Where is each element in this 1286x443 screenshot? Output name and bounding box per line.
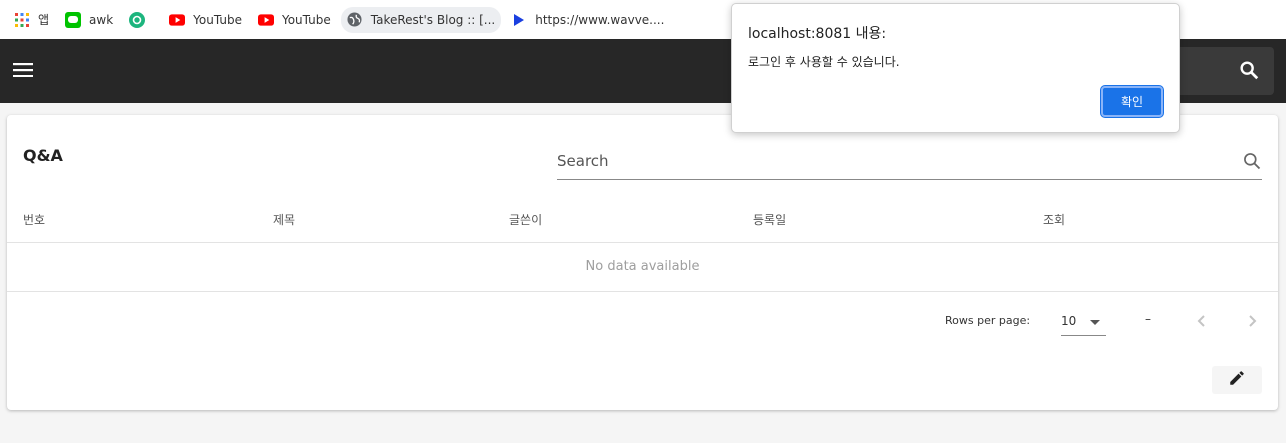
bookmark-label: YouTube <box>281 12 331 27</box>
globe-icon <box>347 12 363 28</box>
alert-dialog: localhost:8081 내용: 로그인 후 사용할 수 있습니다. 확인 <box>731 3 1180 133</box>
youtube-icon <box>169 12 186 28</box>
bookmark-youtube-1[interactable]: YouTube <box>163 7 248 33</box>
empty-table-message: No data available <box>7 243 1278 292</box>
column-header-date[interactable]: 등록일 <box>753 211 786 228</box>
bookmark-label: https://www.wavve.... <box>535 12 665 27</box>
apps-grid-icon <box>14 12 30 28</box>
qna-card: Q&A 번호 제목 글쓴이 등록일 조회 No data available R… <box>7 115 1278 410</box>
column-header-views[interactable]: 조회 <box>1043 211 1065 228</box>
bookmark-label: awk <box>89 12 114 27</box>
bookmark-takerest-blog[interactable]: TakeRest's Blog :: [... <box>340 6 502 33</box>
rows-per-page-select[interactable]: 10 <box>1061 310 1106 336</box>
search-input[interactable] <box>557 145 1217 177</box>
search-icon[interactable] <box>1238 59 1260 85</box>
page-title: Q&A <box>23 146 63 165</box>
previous-page-button[interactable] <box>1190 310 1214 334</box>
table-footer: Rows per page: 10 – <box>7 292 1278 352</box>
wavve-icon <box>511 12 527 28</box>
rows-per-page-value: 10 <box>1061 314 1077 328</box>
ok-button[interactable]: 확인 <box>1101 86 1163 117</box>
chevron-right-icon <box>1247 314 1257 331</box>
next-page-button[interactable] <box>1240 310 1264 334</box>
hamburger-menu-icon <box>13 62 33 81</box>
dialog-title: localhost:8081 내용: <box>748 26 887 42</box>
chevron-down-icon <box>1090 320 1100 325</box>
bookmark-awk[interactable]: awk <box>59 7 119 33</box>
table-header: 번호 제목 글쓴이 등록일 조회 <box>7 207 1278 243</box>
bookmark-label: YouTube <box>193 12 242 27</box>
youtube-icon <box>257 12 274 28</box>
bookmark-label: 앱 <box>38 13 50 27</box>
bookmark-youtube-2[interactable]: YouTube <box>252 7 337 33</box>
chevron-left-icon <box>1197 314 1207 331</box>
column-header-author[interactable]: 글쓴이 <box>509 211 542 228</box>
green-circle-icon <box>129 11 146 28</box>
column-header-title[interactable]: 제목 <box>273 211 295 228</box>
bookmark-green-site[interactable] <box>123 7 159 33</box>
rows-per-page-label: Rows per page: <box>945 314 1031 327</box>
pagination-range: – <box>1145 312 1151 326</box>
search-field[interactable] <box>557 145 1262 180</box>
column-header-number[interactable]: 번호 <box>23 211 45 228</box>
dialog-message: 로그인 후 사용할 수 있습니다. <box>748 55 900 69</box>
hamburger-menu-button[interactable] <box>6 54 40 88</box>
bookmark-label: TakeRest's Blog :: [... <box>370 12 496 27</box>
bookmark-wavve[interactable]: https://www.wavve.... <box>505 7 670 33</box>
line-icon <box>65 11 82 28</box>
pencil-icon <box>1228 369 1246 391</box>
search-icon <box>1242 151 1262 175</box>
write-post-button[interactable] <box>1212 366 1262 394</box>
bookmark-apps[interactable]: 앱 <box>8 7 55 33</box>
